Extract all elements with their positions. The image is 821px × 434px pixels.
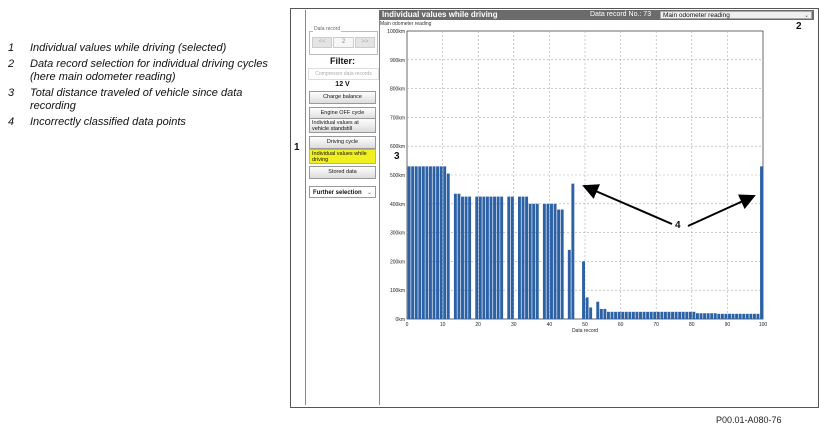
arrow-to-record-48 bbox=[582, 184, 673, 225]
arrow-to-record-100 bbox=[687, 194, 756, 227]
figure-id: P00.01-A080-76 bbox=[716, 415, 782, 425]
callout-arrows bbox=[582, 184, 756, 227]
